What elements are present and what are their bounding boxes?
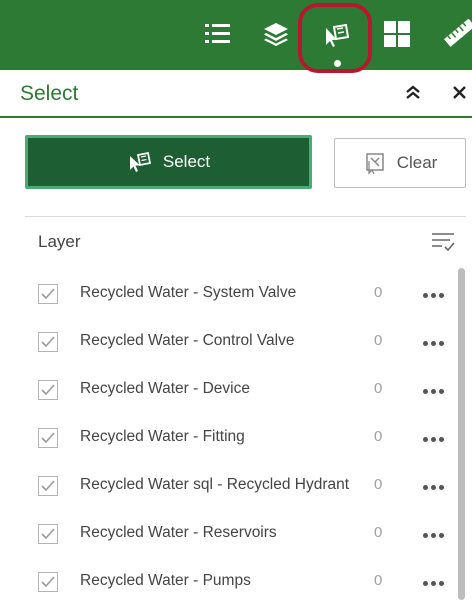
layer-list: Recycled Water - System Valve 0 Recycled W… xyxy=(0,270,458,606)
clear-button-label: Clear xyxy=(396,153,438,172)
layer-name: Recycled Water - Device xyxy=(80,380,250,397)
divider xyxy=(25,216,466,217)
layer-checkbox[interactable] xyxy=(38,332,58,352)
layer-row[interactable]: Recycled Water - Device 0 xyxy=(0,366,458,414)
filter-sort-icon[interactable] xyxy=(430,230,456,254)
layer-name: Recycled Water sql - Recycled Hydrant xyxy=(80,476,350,493)
layer-name: Recycled Water - Fitting xyxy=(80,428,245,445)
checkmark-icon xyxy=(41,576,55,588)
selection-count: 0 xyxy=(374,284,383,301)
ruler-icon[interactable] xyxy=(438,14,472,54)
select-button[interactable]: Select xyxy=(25,135,312,189)
layer-name: Recycled Water - Pumps xyxy=(80,572,251,589)
more-options-icon[interactable] xyxy=(421,380,447,400)
double-chevron-up-icon[interactable] xyxy=(402,82,424,104)
selection-count: 0 xyxy=(374,332,383,349)
more-options-icon[interactable] xyxy=(421,476,447,496)
highlight-ring xyxy=(298,3,372,73)
layer-row[interactable]: Recycled Water - Reservoirs 0 xyxy=(0,510,458,558)
selection-count: 0 xyxy=(374,572,383,589)
grid-icon[interactable] xyxy=(377,14,417,54)
layer-checkbox[interactable] xyxy=(38,524,58,544)
clear-button[interactable]: Clear xyxy=(334,138,466,188)
checkmark-icon xyxy=(41,528,55,540)
layer-checkbox[interactable] xyxy=(38,284,58,304)
select-button-label: Select xyxy=(162,152,211,171)
more-options-icon[interactable] xyxy=(421,524,447,544)
more-options-icon[interactable] xyxy=(421,332,447,352)
scrollbar-thumb[interactable] xyxy=(458,268,465,600)
layer-row[interactable]: Recycled Water - Pumps 0 xyxy=(0,558,458,606)
layer-name: Recycled Water - Control Valve xyxy=(80,332,295,349)
layer-checkbox[interactable] xyxy=(38,572,58,592)
checkmark-icon xyxy=(41,384,55,396)
select-cursor-icon xyxy=(127,150,153,174)
selection-count: 0 xyxy=(374,524,383,541)
selection-count: 0 xyxy=(374,380,383,397)
panel-header: Select xyxy=(0,70,472,118)
scrollbar[interactable] xyxy=(458,268,465,600)
panel-title: Select xyxy=(20,82,79,105)
list-icon[interactable] xyxy=(197,14,237,54)
layer-name: Recycled Water - System Valve xyxy=(80,284,297,301)
checkmark-icon xyxy=(41,480,55,492)
top-toolbar xyxy=(0,0,472,70)
layers-stack-icon[interactable] xyxy=(256,14,296,54)
layer-column-header: Layer xyxy=(38,232,81,251)
clear-selection-icon xyxy=(363,151,387,175)
more-options-icon[interactable] xyxy=(421,428,447,448)
checkmark-icon xyxy=(41,336,55,348)
layer-checkbox[interactable] xyxy=(38,476,58,496)
layer-checkbox[interactable] xyxy=(38,380,58,400)
more-options-icon[interactable] xyxy=(421,572,447,592)
layer-row[interactable]: Recycled Water sql - Recycled Hydrant 0 xyxy=(0,462,458,510)
selection-count: 0 xyxy=(374,476,383,493)
layer-row[interactable]: Recycled Water - System Valve 0 xyxy=(0,270,458,318)
checkmark-icon xyxy=(41,288,55,300)
checkmark-icon xyxy=(41,432,55,444)
more-options-icon[interactable] xyxy=(421,284,447,304)
layer-name: Recycled Water - Reservoirs xyxy=(80,524,277,541)
layer-checkbox[interactable] xyxy=(38,428,58,448)
layer-row[interactable]: Recycled Water - Fitting 0 xyxy=(0,414,458,462)
close-icon[interactable] xyxy=(449,82,471,104)
selection-count: 0 xyxy=(374,428,383,445)
layer-row[interactable]: Recycled Water - Control Valve 0 xyxy=(0,318,458,366)
